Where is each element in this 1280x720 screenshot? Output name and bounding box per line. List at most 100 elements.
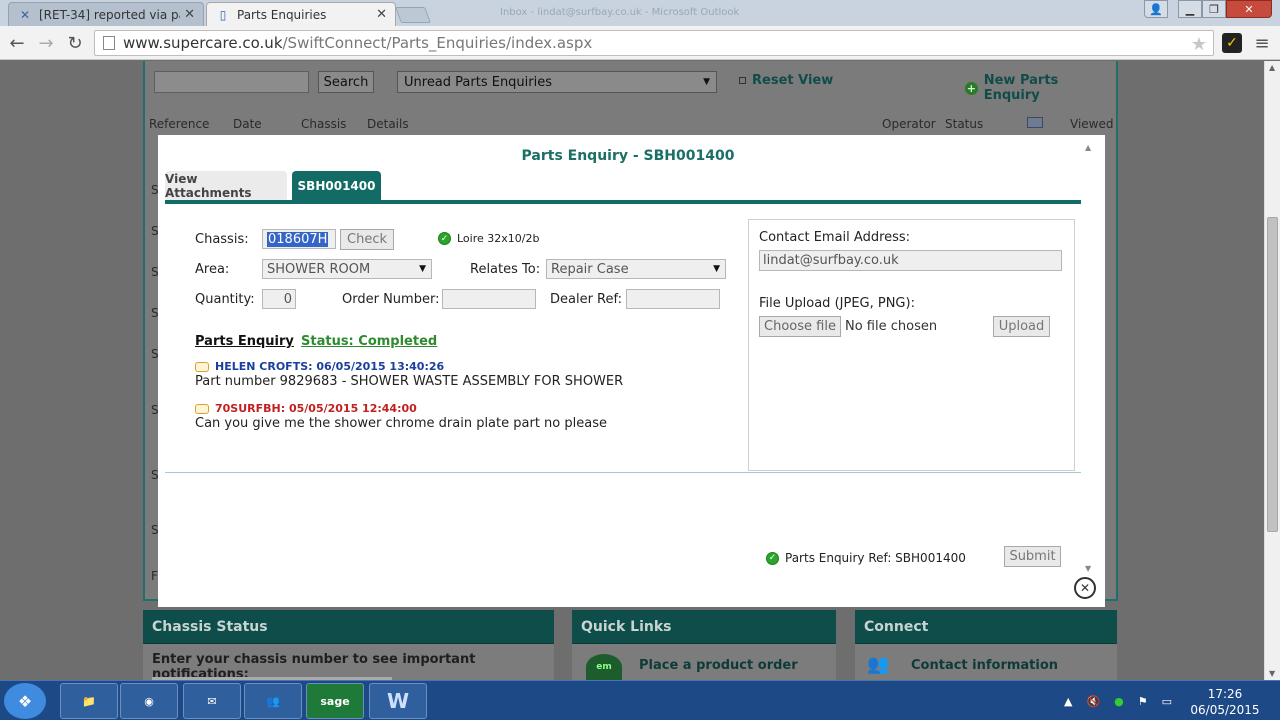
modal-tabs: View Attachments SBH001400	[165, 171, 1081, 205]
start-button[interactable]: ❖	[4, 683, 46, 719]
parts-enquiry-heading: Parts Enquiry	[195, 334, 294, 349]
scroll-up-icon[interactable]: ▲	[1269, 63, 1275, 72]
word-taskbar-icon[interactable]: W	[369, 683, 427, 719]
relates-select[interactable]: Repair Case ▼	[546, 259, 726, 279]
message-item: HELEN CROFTS: 06/05/2015 13:40:26 Part n…	[195, 360, 715, 389]
chevron-down-icon: ▼	[419, 264, 426, 274]
chassis-value: 018607H	[267, 231, 329, 247]
new-enquiry-link[interactable]: + New Parts Enquiry	[965, 73, 1116, 103]
chassis-status-text: Enter your chassis number to see importa…	[152, 652, 476, 680]
clock-time: 17:26	[1207, 687, 1243, 701]
system-clock[interactable]: 17:26 06/05/2015	[1190, 686, 1260, 718]
choose-file-button[interactable]: Choose file	[759, 316, 841, 337]
close-tab-icon[interactable]: ✕	[376, 7, 387, 22]
model-text: Loire 32x10/2b	[457, 232, 540, 245]
close-icon[interactable]: ✕	[1074, 577, 1096, 599]
chassis-status-title: Chassis Status	[143, 610, 554, 644]
area-value: SHOWER ROOM	[267, 261, 371, 277]
column-header[interactable]: Date	[233, 117, 262, 131]
enquiry-filter-select[interactable]: Unread Parts Enquiries ▼	[397, 71, 717, 93]
back-arrow-icon[interactable]: ←	[5, 31, 29, 55]
column-header[interactable]: Chassis	[301, 117, 346, 131]
bookmark-star-icon[interactable]: ★	[1191, 34, 1207, 55]
column-header[interactable]: Operator	[882, 117, 936, 131]
chrome-taskbar-icon[interactable]: ◉	[120, 683, 178, 719]
reload-icon[interactable]: ↻	[63, 31, 87, 55]
area-select[interactable]: SHOWER ROOM ▼	[262, 259, 432, 279]
users-taskbar-icon[interactable]: 👥	[244, 683, 302, 719]
scrollbar-thumb[interactable]	[1267, 217, 1278, 532]
maximize-button[interactable]: ❐	[1202, 0, 1226, 18]
window-close-button[interactable]: ✕	[1226, 0, 1272, 18]
minimize-button[interactable]: ▁	[1178, 0, 1202, 18]
forward-arrow-icon[interactable]: →	[34, 31, 58, 55]
filter-selected-value: Unread Parts Enquiries	[404, 74, 553, 90]
close-tab-icon[interactable]: ✕	[184, 7, 195, 22]
show-hidden-icons[interactable]: ▲	[1064, 695, 1072, 708]
network-status-icon[interactable]: ●	[1114, 695, 1124, 708]
volume-muted-icon[interactable]: 🔇	[1086, 695, 1100, 708]
column-header[interactable]: Reference	[149, 117, 209, 131]
place-order-link[interactable]: Place a product order	[639, 658, 798, 673]
outlook-taskbar-icon[interactable]: ✉	[183, 683, 241, 719]
search-input[interactable]	[154, 71, 309, 93]
display-icon[interactable]: ▭	[1162, 695, 1172, 708]
status-badge[interactable]: Status: Completed	[301, 334, 437, 349]
upload-button[interactable]: Upload	[993, 316, 1050, 337]
email-field[interactable]: lindat@surfbay.co.uk	[759, 250, 1062, 271]
browser-tab-jira[interactable]: ✕ [RET-34] reported via park ✕	[8, 2, 204, 26]
chassis-input[interactable]: 018607H	[262, 229, 336, 249]
tab-view-attachments[interactable]: View Attachments	[165, 171, 287, 200]
order-number-label: Order Number:	[342, 292, 440, 307]
quantity-input[interactable]: 0	[262, 289, 296, 309]
column-header[interactable]: Viewed	[1070, 117, 1113, 131]
browser-tab-title: [RET-34] reported via park	[39, 7, 180, 22]
modal-scrollbar[interactable]: ▲ ▼	[1083, 139, 1095, 573]
sage-taskbar-icon[interactable]: sage	[306, 683, 364, 719]
address-bar[interactable]: www.supercare.co.uk/SwiftConnect/Parts_E…	[94, 30, 1214, 56]
scroll-up-icon[interactable]: ▲	[1085, 143, 1091, 152]
scroll-down-icon[interactable]: ▼	[1269, 669, 1275, 678]
new-tab-button[interactable]	[395, 7, 431, 23]
user-profile-icon[interactable]: 👤	[1144, 0, 1168, 18]
quick-links-panel: Quick Links em Place a product order	[572, 610, 836, 680]
enquiry-ref-confirmation: ✓ Parts Enquiry Ref: SBH001400	[766, 551, 966, 565]
message-author: HELEN CROFTS: 06/05/2015 13:40:26	[215, 360, 445, 373]
connect-panel: Connect 👥 Contact information	[855, 610, 1117, 680]
tab-enquiry-ref[interactable]: SBH001400	[292, 171, 381, 200]
column-header[interactable]: Status	[945, 117, 983, 131]
reset-view-link[interactable]: Reset View	[739, 73, 833, 88]
check-button[interactable]: Check	[340, 229, 394, 250]
filter-bar: Search Unread Parts Enquiries ▼ Reset Vi…	[145, 61, 1116, 105]
table-header: Reference Date Chassis Details Operator …	[145, 117, 1116, 133]
url-path: /SwiftConnect/Parts_Enquiries/index.aspx	[282, 34, 593, 52]
flag-icon[interactable]: ⚑	[1138, 695, 1148, 708]
message-item: 70SURFBH: 05/05/2015 12:44:00 Can you gi…	[195, 402, 715, 431]
contact-upload-box: Contact Email Address: lindat@surfbay.co…	[748, 219, 1075, 471]
url-host: www.supercare.co.uk	[123, 34, 283, 52]
menu-icon[interactable]: ≡	[1252, 33, 1272, 54]
dealer-ref-input[interactable]	[626, 289, 720, 309]
browser-tab-title: Parts Enquiries	[237, 7, 327, 22]
contact-information-link[interactable]: Contact information	[911, 658, 1058, 673]
window-title: Inbox - lindat@surfbay.co.uk - Microsoft…	[500, 7, 740, 18]
bottom-panels: Chassis Status Enter your chassis number…	[0, 610, 1264, 680]
search-button[interactable]: Search	[318, 71, 374, 93]
quantity-label: Quantity:	[195, 292, 255, 307]
modal-title: Parts Enquiry - SBH001400	[521, 148, 735, 164]
chassis-label: Chassis:	[195, 232, 249, 247]
page-icon	[103, 36, 115, 50]
check-circle-icon: ✓	[438, 232, 451, 245]
page-scrollbar[interactable]: ▲ ▼	[1264, 61, 1280, 680]
order-number-input[interactable]	[442, 289, 536, 309]
table-row[interactable]: F	[151, 569, 158, 583]
explorer-taskbar-icon[interactable]: 📁	[60, 683, 118, 719]
browser-tab-parts-enquiries[interactable]: ▯ Parts Enquiries ✕	[206, 2, 396, 26]
chassis-status-panel: Chassis Status Enter your chassis number…	[143, 610, 554, 680]
connect-title: Connect	[855, 610, 1117, 644]
submit-button[interactable]: Submit	[1004, 546, 1061, 567]
extension-icon[interactable]: ✓	[1222, 33, 1242, 53]
scroll-down-icon[interactable]: ▼	[1085, 564, 1091, 573]
column-header[interactable]: Details	[367, 117, 409, 131]
tab-underline	[165, 200, 1081, 204]
